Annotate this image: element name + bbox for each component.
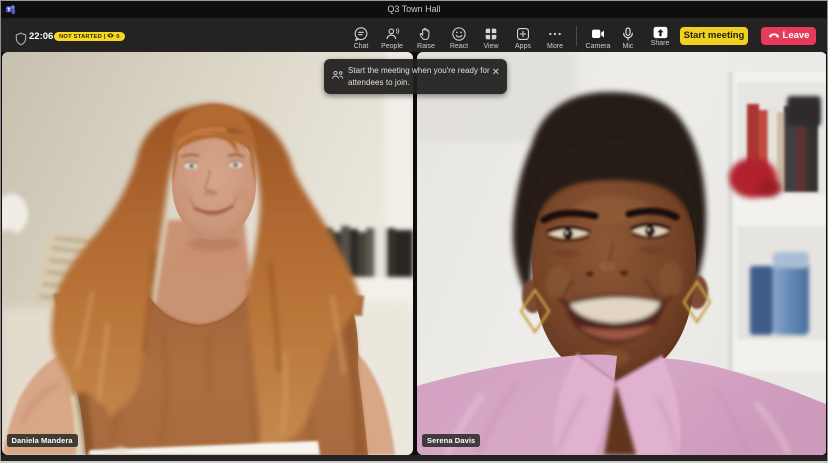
- svg-text:9: 9: [396, 28, 400, 35]
